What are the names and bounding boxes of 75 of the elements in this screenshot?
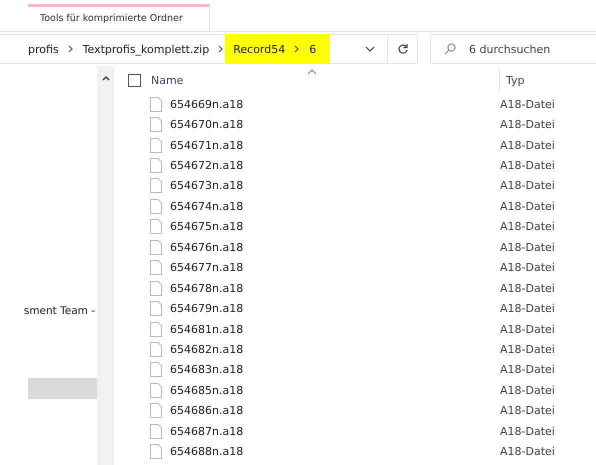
search-icon [444,43,456,55]
file-icon [150,403,162,418]
file-type: A18-Datei [500,138,555,152]
file-type: A18-Datei [500,282,555,295]
file-icon [150,240,162,255]
file-type: A18-Datei [500,302,555,316]
file-name[interactable]: 654669n.a18 [170,98,500,111]
address-bar[interactable]: profis Textprofis_komplett.zip Record54 6 [0,34,388,64]
chevron-icon [294,45,300,53]
search-field[interactable]: 6 durchsuchen [430,34,596,64]
nav-item[interactable]: sment Team - [24,301,97,322]
file-icon [150,96,162,112]
file-type: A18-Datei [500,220,555,234]
file-name[interactable]: 654679n.a18 [170,302,500,316]
file-type: A18-Datei [500,445,555,458]
file-type: A18-Datei [500,179,555,192]
file-icon [150,301,162,316]
breadcrumb-item[interactable]: Record54 [233,42,286,56]
file-type: A18-Datei [500,342,555,356]
column-header[interactable]: Name [151,74,307,86]
select-all-checkbox[interactable] [128,74,141,86]
file-icon [150,362,162,378]
file-type: A18-Datei [500,404,555,418]
breadcrumb-item[interactable]: profis [28,42,59,56]
file-type: A18-Datei [500,363,555,376]
file-icon [150,342,162,357]
file-name[interactable]: 654676n.a18 [170,240,500,254]
file-name[interactable]: 654672n.a18 [170,159,500,172]
file-icon [150,117,162,132]
file-name[interactable]: 654678n.a18 [170,282,500,295]
file-type: A18-Datei [500,200,555,213]
file-icon [150,178,162,194]
scrollbar[interactable] [97,66,114,465]
file-icon [150,322,162,337]
file-type: A18-Datei [500,98,555,111]
file-name[interactable]: 654670n.a18 [170,118,500,132]
file-icon [150,444,162,460]
file-name[interactable]: 654688n.a18 [170,445,500,458]
file-name[interactable]: 654683n.a18 [170,363,500,376]
file-name[interactable]: 654687n.a18 [170,424,500,438]
file-type: A18-Datei [500,384,555,397]
dropdown-icon[interactable] [365,46,375,52]
file-icon [150,158,162,174]
column-header[interactable]: Typ [506,74,524,86]
refresh-button[interactable] [388,34,418,64]
file-icon [150,424,162,439]
file-name[interactable]: 654681n.a18 [170,322,500,336]
file-icon [150,382,162,398]
file-icon [150,280,162,296]
ribbon-tab[interactable]: Tools für komprimierte Ordner [28,4,210,31]
file-icon [150,260,162,276]
file-name[interactable]: 654685n.a18 [170,384,500,397]
file-name[interactable]: 654686n.a18 [170,404,500,418]
file-name[interactable]: 654674n.a18 [170,200,500,213]
file-type: A18-Datei [500,322,555,336]
file-type: A18-Datei [500,261,555,274]
sort-icon [307,69,317,75]
breadcrumb-item[interactable]: 6 [309,42,316,56]
refresh-icon [396,43,408,55]
file-name[interactable]: 654671n.a18 [170,138,500,152]
file-type: A18-Datei [500,424,555,438]
file-icon [150,138,162,153]
chevron-icon [68,45,74,53]
file-icon [150,219,162,234]
file-name[interactable]: 654675n.a18 [170,220,500,234]
file-icon [150,198,162,214]
file-type: A18-Datei [500,118,555,132]
scroll-up-icon[interactable] [102,76,110,81]
breadcrumb-item[interactable]: Textprofis_komplett.zip [82,42,210,56]
file-name[interactable]: 654673n.a18 [170,179,500,192]
chevron-icon [218,45,224,53]
file-name[interactable]: 654677n.a18 [170,261,500,274]
file-name[interactable]: 654682n.a18 [170,342,500,356]
file-type: A18-Datei [500,240,555,254]
file-type: A18-Datei [500,159,555,172]
